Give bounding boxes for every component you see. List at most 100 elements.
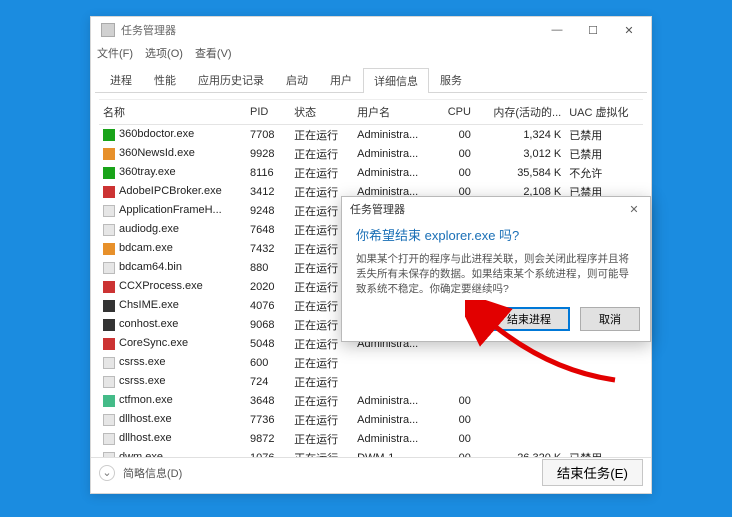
dialog-titlebar[interactable]: 任务管理器 ✕ [342,197,650,221]
table-row[interactable]: 360bdoctor.exe7708正在运行Administra...001,3… [99,125,643,145]
dialog-close-button[interactable]: ✕ [626,201,642,217]
cell-mem [475,372,565,391]
tab-app-history[interactable]: 应用历史记录 [187,67,275,92]
process-icon [103,262,115,274]
process-name: ApplicationFrameH... [119,204,222,216]
table-row[interactable]: csrss.exe724正在运行 [99,372,643,391]
cell-pid: 1076 [246,448,290,457]
process-name: bdcam64.bin [119,261,182,273]
cell-pid: 880 [246,258,290,277]
process-icon [103,319,115,331]
cell-status: 正在运行 [290,448,353,457]
cell-name: csrss.exe [99,353,246,372]
tab-users[interactable]: 用户 [319,67,363,92]
cell-pid: 7648 [246,220,290,239]
cell-pid: 7708 [246,125,290,145]
process-name: audiodg.exe [119,223,179,235]
cell-status: 正在运行 [290,410,353,429]
cell-status: 正在运行 [290,372,353,391]
process-icon [103,338,115,350]
cell-pid: 600 [246,353,290,372]
table-row[interactable]: 360tray.exe8116正在运行Administra...0035,584… [99,163,643,182]
col-user[interactable]: 用户名 [353,100,439,125]
end-task-button[interactable]: 结束任务(E) [542,459,643,486]
cell-mem [475,429,565,448]
column-headers[interactable]: 名称 PID 状态 用户名 CPU 内存(活动的... UAC 虚拟化 [99,100,643,125]
cell-name: 360tray.exe [99,163,246,182]
table-row[interactable]: dllhost.exe9872正在运行Administra...00 [99,429,643,448]
tab-startup[interactable]: 启动 [275,67,319,92]
cell-name: bdcam64.bin [99,258,246,277]
window-title: 任务管理器 [121,22,176,38]
cell-cpu: 00 [439,448,475,457]
table-row[interactable]: dllhost.exe7736正在运行Administra...00 [99,410,643,429]
cell-status: 正在运行 [290,144,353,163]
col-pid[interactable]: PID [246,100,290,125]
cell-user [353,372,439,391]
cell-uac [565,391,643,410]
cell-pid: 7432 [246,239,290,258]
cell-user: Administra... [353,410,439,429]
dialog-cancel-button[interactable]: 取消 [580,307,640,331]
cell-uac [565,372,643,391]
col-status[interactable]: 状态 [290,100,353,125]
cell-cpu: 00 [439,125,475,145]
cell-mem: 26,320 K [475,448,565,457]
col-name[interactable]: 名称 [99,100,246,125]
tab-details[interactable]: 详细信息 [363,68,429,93]
tab-services[interactable]: 服务 [429,67,473,92]
tab-processes[interactable]: 进程 [99,67,143,92]
cell-mem: 35,584 K [475,163,565,182]
cell-status: 正在运行 [290,429,353,448]
process-icon [103,205,115,217]
cell-cpu: 00 [439,391,475,410]
cell-pid: 4076 [246,296,290,315]
process-name: AdobeIPCBroker.exe [119,185,222,197]
process-name: dllhost.exe [119,432,172,444]
cell-uac [565,410,643,429]
cell-pid: 9248 [246,201,290,220]
cell-name: csrss.exe [99,372,246,391]
collapse-details-icon[interactable]: ⌄ [99,465,115,481]
cell-name: ChsIME.exe [99,296,246,315]
titlebar[interactable]: 任务管理器 — ☐ ✕ [91,17,651,43]
table-row[interactable]: dwm.exe1076正在运行DWM-10026,320 K已禁用 [99,448,643,457]
table-row[interactable]: 360NewsId.exe9928正在运行Administra...003,01… [99,144,643,163]
maximize-button[interactable]: ☐ [575,18,611,42]
dialog-heading: 你希望结束 explorer.exe 吗? [356,225,636,244]
cell-user: Administra... [353,163,439,182]
cell-user: Administra... [353,391,439,410]
cell-mem [475,391,565,410]
cell-user [353,353,439,372]
tab-performance[interactable]: 性能 [143,67,187,92]
dialog-end-process-button[interactable]: 结束进程 [488,307,570,331]
cell-pid: 9928 [246,144,290,163]
process-icon [103,376,115,388]
cell-pid: 7736 [246,410,290,429]
col-mem[interactable]: 内存(活动的... [475,100,565,125]
cell-status: 正在运行 [290,163,353,182]
menu-view[interactable]: 查看(V) [195,45,232,61]
menu-options[interactable]: 选项(O) [145,45,183,61]
process-icon [103,452,115,457]
col-uac[interactable]: UAC 虚拟化 [565,100,643,125]
cell-name: audiodg.exe [99,220,246,239]
process-icon [103,433,115,445]
tabbar: 进程 性能 应用历史记录 启动 用户 详细信息 服务 [95,63,647,93]
table-row[interactable]: ctfmon.exe3648正在运行Administra...00 [99,391,643,410]
cell-mem: 3,012 K [475,144,565,163]
process-icon [103,395,115,407]
col-cpu[interactable]: CPU [439,100,475,125]
process-icon [103,129,115,141]
process-name: dllhost.exe [119,413,172,425]
process-icon [103,243,115,255]
close-button[interactable]: ✕ [611,18,647,42]
menu-file[interactable]: 文件(F) [97,45,133,61]
cell-uac [565,429,643,448]
table-row[interactable]: csrss.exe600正在运行 [99,353,643,372]
cell-name: AdobeIPCBroker.exe [99,182,246,201]
dialog-title-text: 任务管理器 [350,201,405,217]
brief-info-label[interactable]: 简略信息(D) [123,465,182,481]
minimize-button[interactable]: — [539,18,575,42]
process-icon [103,414,115,426]
